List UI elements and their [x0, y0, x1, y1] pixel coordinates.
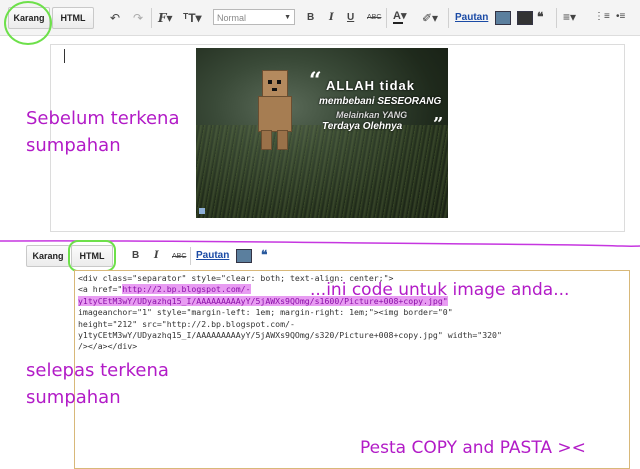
robot-leg [277, 130, 288, 150]
toolbar-divider [151, 8, 152, 28]
bulleted-list-icon[interactable]: •≡ [616, 10, 625, 24]
underline-icon[interactable]: U [347, 11, 354, 25]
text-color-swatch [393, 22, 403, 24]
numbered-list-icon[interactable]: ⋮≡ [594, 10, 610, 24]
font-family-icon[interactable]: F▾ [158, 11, 173, 25]
format-select[interactable]: Normal ▼ [213, 9, 295, 25]
undo-icon[interactable]: ↶ [110, 11, 120, 25]
code-line-2a: <a href=" [78, 284, 123, 295]
grass-texture [196, 124, 448, 218]
before-annotation-line2: sumpahan [26, 135, 121, 156]
align-icon[interactable]: ≡▾ [563, 10, 576, 24]
compose-tab[interactable]: Karang [26, 245, 70, 267]
open-quote-icon: “ [309, 68, 322, 94]
font-size-icon[interactable]: ᵀT▾ [183, 11, 202, 25]
code-line-7: /></a></div> [78, 341, 138, 352]
code-line-2b: http://2.bp.blogspot.com/- [122, 284, 251, 295]
quote-line-3: Melainkan YANG [336, 110, 408, 120]
quote-icon[interactable]: ❝ [261, 248, 267, 262]
toolbar-divider [448, 8, 449, 28]
format-select-value: Normal [217, 13, 247, 23]
text-caret [64, 49, 65, 63]
image-icon[interactable] [236, 249, 252, 263]
bold-icon[interactable]: B [132, 249, 139, 263]
highlight-circle [4, 1, 52, 45]
toolbar-divider [556, 8, 557, 28]
video-icon[interactable] [517, 11, 533, 25]
code-line-4: imageanchor="1" style="margin-left: 1em;… [78, 307, 453, 318]
html-tab[interactable]: HTML [52, 7, 94, 29]
text-color-icon[interactable]: A▾ [393, 9, 406, 23]
after-annotation-line2: sumpahan [26, 387, 121, 408]
image-resize-handle-icon[interactable] [199, 208, 205, 214]
cardboard-robot-head [262, 70, 288, 98]
quote-icon[interactable]: ❝ [537, 10, 543, 24]
post-image[interactable]: “ ALLAH tidak membebani SESEORANG Melain… [196, 48, 448, 218]
chevron-down-icon: ▼ [284, 14, 291, 21]
quote-line-4: Terdaya Olehnya [322, 121, 403, 132]
toolbar-divider [190, 247, 191, 265]
quote-line-2: membebani SESEORANG [319, 96, 442, 107]
robot-leg [261, 130, 272, 150]
redo-icon[interactable]: ↷ [133, 11, 143, 25]
strikethrough-icon[interactable]: ABC [172, 250, 186, 264]
bold-icon[interactable]: B [307, 11, 314, 25]
quote-line-1: ALLAH tidak [326, 78, 415, 93]
strikethrough-icon[interactable]: ABC [367, 11, 381, 25]
highlight-icon[interactable]: ✐▾ [422, 11, 438, 25]
robot-eye [277, 80, 281, 84]
italic-icon[interactable]: I [329, 11, 334, 25]
highlight-circle [68, 240, 116, 272]
code-note-annotation: ...ini code untuk image anda... [310, 280, 570, 300]
image-icon[interactable] [495, 11, 511, 25]
after-annotation-line1: selepas terkena [26, 360, 169, 381]
code-line-5: height="212" src="http://2.bp.blogspot.c… [78, 318, 295, 329]
copy-paste-annotation: Pesta COPY and PASTA >< [360, 438, 586, 458]
cardboard-robot-body [258, 96, 292, 132]
link-button[interactable]: Pautan [455, 12, 488, 23]
close-quote-icon: ” [433, 114, 444, 135]
link-button[interactable]: Pautan [196, 250, 229, 261]
editor-toolbar-top [0, 0, 640, 36]
robot-mouth [272, 88, 277, 91]
before-annotation-line1: Sebelum terkena [26, 108, 180, 129]
code-line-6: y1tyCEtM3wY/UDyazhq15_I/AAAAAAAAAyY/5jAW… [78, 330, 502, 341]
robot-eye [268, 80, 272, 84]
italic-icon[interactable]: I [154, 249, 159, 263]
toolbar-divider [386, 8, 387, 28]
